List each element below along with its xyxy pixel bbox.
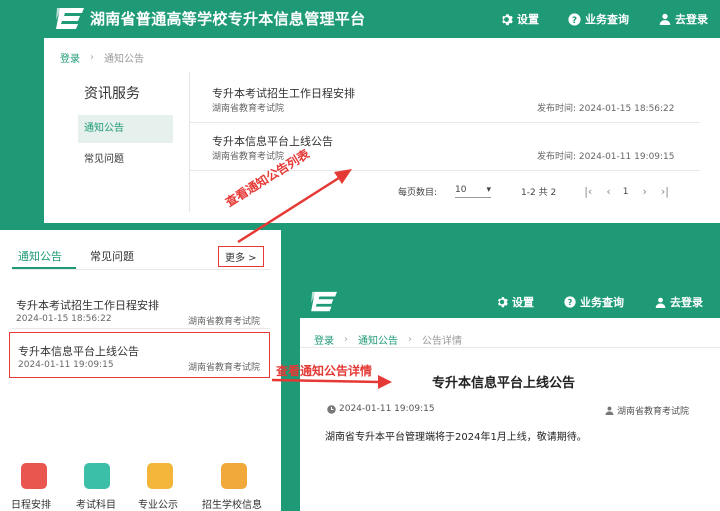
- row-divider: [190, 122, 700, 123]
- current-page[interactable]: 1: [623, 187, 629, 197]
- prev-page-icon[interactable]: ‹: [606, 185, 610, 198]
- clipboard-icon[interactable]: [147, 463, 173, 489]
- user-icon: [659, 13, 671, 25]
- login-link[interactable]: 去登录: [659, 11, 708, 27]
- home-notice-date: 2024-01-11 19:09:15: [18, 360, 114, 370]
- sidebar-title: 资讯服务: [84, 86, 140, 102]
- breadcrumb-separator: ›: [90, 52, 94, 63]
- sidebar-item-faq[interactable]: 常见问题: [78, 146, 173, 174]
- detail-source: 湖南省教育考试院: [605, 404, 689, 417]
- notice-time: 发布时间: 2024-01-15 18:56:22: [537, 101, 675, 114]
- breadcrumb-current: 通知公告: [104, 54, 144, 65]
- home-notice-source: 湖南省教育考试院: [188, 317, 261, 327]
- settings-link[interactable]: 设置: [500, 11, 539, 27]
- user-icon: [655, 297, 666, 308]
- notice-time-value: 2024-01-11 19:09:15: [578, 152, 675, 162]
- notice-source: 湖南省教育考试院: [212, 104, 285, 114]
- app-schedule-label[interactable]: 日程安排: [11, 496, 51, 511]
- breadcrumb: 登录 › 通知公告 › 公告详情: [314, 332, 462, 347]
- detail-body: 湖南省专升本平台管理端将于2024年1月上线，敬请期待。: [325, 432, 587, 443]
- tab-notices[interactable]: 通知公告: [18, 248, 62, 264]
- caret-down-icon: ▾: [486, 185, 492, 195]
- user-icon: [605, 406, 614, 415]
- breadcrumb-notices[interactable]: 通知公告: [358, 332, 398, 347]
- settings-link[interactable]: 设置: [496, 294, 534, 310]
- per-page-label: 每页数目:: [398, 188, 438, 198]
- notice-time: 发布时间: 2024-01-11 19:09:15: [537, 149, 675, 162]
- detail-date-value: 2024-01-11 19:09:15: [339, 404, 435, 414]
- platform-logo-icon: [311, 291, 337, 312]
- tab-faq[interactable]: 常见问题: [90, 248, 134, 264]
- app-majors-label[interactable]: 专业公示: [138, 496, 178, 511]
- gear-icon: [502, 13, 513, 25]
- notice-title[interactable]: 专升本考试招生工作日程安排: [212, 85, 355, 101]
- annotation-detail: 查看通知公告详情: [276, 364, 373, 378]
- app-subjects-label[interactable]: 考试科目: [76, 496, 116, 511]
- tab-divider: [12, 269, 270, 270]
- clock-icon: [327, 404, 336, 414]
- per-page-value: 10: [455, 185, 467, 195]
- breadcrumb: 登录 › 通知公告: [60, 50, 144, 65]
- detail-source-value: 湖南省教育考试院: [617, 407, 690, 417]
- login-link[interactable]: 去登录: [655, 294, 703, 310]
- business-query-link[interactable]: ? 业务查询: [564, 294, 624, 310]
- notice-time-label: 发布时间:: [537, 152, 577, 162]
- last-page-icon[interactable]: ›|: [661, 185, 669, 198]
- svg-text:?: ?: [568, 297, 573, 307]
- sidebar-item-notices[interactable]: 通知公告: [78, 115, 173, 143]
- help-circle-icon: ?: [564, 296, 576, 308]
- next-page-icon[interactable]: ›: [642, 185, 646, 198]
- home-notice-date: 2024-01-15 18:56:22: [16, 314, 112, 324]
- breadcrumb-home[interactable]: 登录: [314, 332, 334, 347]
- book-icon[interactable]: [84, 463, 110, 489]
- notice-source: 湖南省教育考试院: [212, 152, 285, 162]
- business-query-label: 业务查询: [585, 13, 629, 26]
- row-divider: [12, 328, 270, 329]
- help-circle-icon: ?: [568, 12, 581, 25]
- business-query-label: 业务查询: [580, 296, 624, 309]
- calendar-icon[interactable]: [21, 463, 47, 489]
- detail-date: 2024-01-11 19:09:15: [327, 404, 435, 414]
- breadcrumb-separator: ›: [408, 334, 412, 345]
- more-button[interactable]: 更多 >: [218, 246, 264, 267]
- home-notice-title[interactable]: 专升本考试招生工作日程安排: [16, 297, 159, 313]
- breadcrumb-home[interactable]: 登录: [60, 50, 80, 65]
- home-notice-title[interactable]: 专升本信息平台上线公告: [18, 343, 139, 359]
- login-label: 去登录: [675, 13, 708, 26]
- first-page-icon[interactable]: |‹: [584, 185, 592, 198]
- settings-label: 设置: [517, 13, 539, 26]
- school-icon[interactable]: [221, 463, 247, 489]
- page-range: 1-2 共 2: [521, 188, 557, 198]
- notice-title[interactable]: 专升本信息平台上线公告: [212, 133, 333, 149]
- detail-title: 专升本信息平台上线公告: [432, 376, 576, 391]
- platform-logo-icon: [56, 8, 84, 29]
- breadcrumb-divider: [300, 347, 720, 348]
- login-label: 去登录: [670, 296, 703, 309]
- notice-time-value: 2024-01-15 18:56:22: [578, 104, 675, 114]
- pagination: 每页数目: 10 ▾ 1-2 共 2 |‹ ‹ 1 › ›|: [398, 185, 669, 198]
- per-page-select[interactable]: 10 ▾: [455, 185, 492, 198]
- home-notice-source: 湖南省教育考试院: [188, 363, 261, 373]
- breadcrumb-separator: ›: [344, 334, 348, 345]
- app-schools-label[interactable]: 招生学校信息: [202, 496, 262, 511]
- site-title: 湖南省普通高等学校专升本信息管理平台: [90, 10, 366, 28]
- settings-label: 设置: [512, 296, 534, 309]
- svg-text:?: ?: [572, 15, 577, 25]
- notice-time-label: 发布时间:: [537, 104, 577, 114]
- gear-icon: [497, 297, 508, 308]
- business-query-link[interactable]: ? 业务查询: [568, 11, 629, 27]
- breadcrumb-current: 公告详情: [422, 336, 462, 347]
